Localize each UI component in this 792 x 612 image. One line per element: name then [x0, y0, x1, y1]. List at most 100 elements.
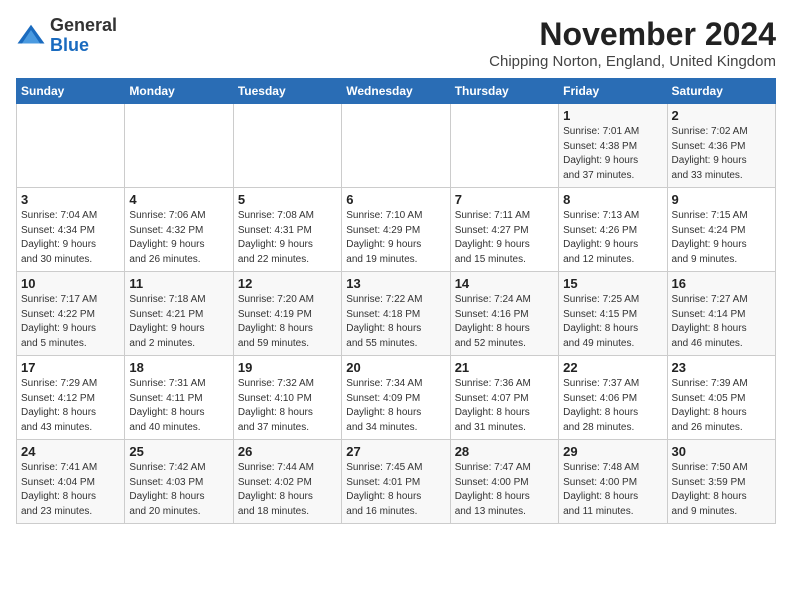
day-number: 1 [563, 108, 662, 123]
day-number: 20 [346, 360, 445, 375]
day-info: Sunrise: 7:36 AM Sunset: 4:07 PM Dayligh… [455, 377, 554, 435]
calendar-cell: 1Sunrise: 7:01 AM Sunset: 4:38 PM Daylig… [559, 104, 667, 188]
calendar-cell: 26 Sunrise: 7:44 AM Sunset: 4:02 PM Dayli… [233, 440, 341, 524]
day-info: Sunrise: 7:34 AM Sunset: 4:09 PM Dayligh… [346, 377, 445, 435]
calendar-week-row: 3 Sunrise: 7:04 AM Sunset: 4:34 PM Daylig… [17, 188, 776, 272]
day-number: 28 [455, 444, 554, 459]
calendar-cell: 7 Sunrise: 7:11 AM Sunset: 4:27 PM Daylig… [450, 188, 558, 272]
day-number: 10 [21, 276, 120, 291]
logo-blue-text: Blue [50, 35, 89, 55]
calendar-cell: 15Sunrise: 7:25 AM Sunset: 4:15 PM Dayli… [559, 272, 667, 356]
calendar-table: SundayMondayTuesdayWednesdayThursdayFrid… [16, 78, 776, 524]
weekday-header: Wednesday [342, 79, 450, 104]
day-number: 27 [346, 444, 445, 459]
calendar-cell: 13 Sunrise: 7:22 AM Sunset: 4:18 PM Dayli… [342, 272, 450, 356]
day-info: Sunrise: 7:02 AM Sunset: 4:36 PM Dayligh… [672, 125, 771, 183]
calendar-cell: 2 Sunrise: 7:02 AM Sunset: 4:36 PM Daylig… [667, 104, 775, 188]
day-info: Sunrise: 7:22 AM Sunset: 4:18 PM Dayligh… [346, 293, 445, 351]
weekday-header: Sunday [17, 79, 125, 104]
day-info: Sunrise: 7:48 AM Sunset: 4:00 PM Dayligh… [563, 461, 662, 519]
day-number: 17 [21, 360, 120, 375]
logo-icon [16, 21, 46, 51]
calendar-cell: 4Sunrise: 7:06 AM Sunset: 4:32 PM Daylig… [125, 188, 233, 272]
calendar-cell: 22 Sunrise: 7:37 AM Sunset: 4:06 PM Dayli… [559, 356, 667, 440]
day-info: Sunrise: 7:27 AM Sunset: 4:14 PM Dayligh… [672, 293, 771, 351]
calendar-week-row: 10 Sunrise: 7:17 AM Sunset: 4:22 PM Dayli… [17, 272, 776, 356]
day-number: 22 [563, 360, 662, 375]
calendar-cell [17, 104, 125, 188]
calendar-cell: 19Sunrise: 7:32 AM Sunset: 4:10 PM Dayli… [233, 356, 341, 440]
calendar-week-row: 17 Sunrise: 7:29 AM Sunset: 4:12 PM Dayli… [17, 356, 776, 440]
weekday-header: Thursday [450, 79, 558, 104]
logo: General Blue [16, 16, 117, 56]
calendar-cell: 27 Sunrise: 7:45 AM Sunset: 4:01 PM Dayli… [342, 440, 450, 524]
day-info: Sunrise: 7:04 AM Sunset: 4:34 PM Dayligh… [21, 209, 120, 267]
day-info: Sunrise: 7:45 AM Sunset: 4:01 PM Dayligh… [346, 461, 445, 519]
title-block: November 2024 Chipping Norton, England, … [489, 16, 776, 70]
day-number: 21 [455, 360, 554, 375]
day-number: 29 [563, 444, 662, 459]
day-number: 26 [238, 444, 337, 459]
calendar-cell: 6Sunrise: 7:10 AM Sunset: 4:29 PM Daylig… [342, 188, 450, 272]
day-info: Sunrise: 7:08 AM Sunset: 4:31 PM Dayligh… [238, 209, 337, 267]
calendar-cell [450, 104, 558, 188]
day-info: Sunrise: 7:32 AM Sunset: 4:10 PM Dayligh… [238, 377, 337, 435]
day-info: Sunrise: 7:41 AM Sunset: 4:04 PM Dayligh… [21, 461, 120, 519]
day-number: 12 [238, 276, 337, 291]
day-number: 7 [455, 192, 554, 207]
calendar-cell: 14 Sunrise: 7:24 AM Sunset: 4:16 PM Dayli… [450, 272, 558, 356]
calendar-header-row: SundayMondayTuesdayWednesdayThursdayFrid… [17, 79, 776, 104]
calendar-cell: 9 Sunrise: 7:15 AM Sunset: 4:24 PM Daylig… [667, 188, 775, 272]
calendar-cell: 3 Sunrise: 7:04 AM Sunset: 4:34 PM Daylig… [17, 188, 125, 272]
day-number: 13 [346, 276, 445, 291]
calendar-cell: 5Sunrise: 7:08 AM Sunset: 4:31 PM Daylig… [233, 188, 341, 272]
page-header: General Blue November 2024 Chipping Nort… [16, 16, 776, 70]
day-number: 18 [129, 360, 228, 375]
calendar-cell: 10 Sunrise: 7:17 AM Sunset: 4:22 PM Dayli… [17, 272, 125, 356]
calendar-cell: 11 Sunrise: 7:18 AM Sunset: 4:21 PM Dayli… [125, 272, 233, 356]
day-number: 25 [129, 444, 228, 459]
calendar-cell: 25 Sunrise: 7:42 AM Sunset: 4:03 PM Dayli… [125, 440, 233, 524]
day-info: Sunrise: 7:15 AM Sunset: 4:24 PM Dayligh… [672, 209, 771, 267]
logo-general-text: General [50, 15, 117, 35]
day-number: 24 [21, 444, 120, 459]
day-info: Sunrise: 7:42 AM Sunset: 4:03 PM Dayligh… [129, 461, 228, 519]
calendar-cell [342, 104, 450, 188]
calendar-cell: 23 Sunrise: 7:39 AM Sunset: 4:05 PM Dayli… [667, 356, 775, 440]
weekday-header: Friday [559, 79, 667, 104]
day-info: Sunrise: 7:29 AM Sunset: 4:12 PM Dayligh… [21, 377, 120, 435]
calendar-cell [233, 104, 341, 188]
day-number: 3 [21, 192, 120, 207]
day-number: 16 [672, 276, 771, 291]
calendar-week-row: 24 Sunrise: 7:41 AM Sunset: 4:04 PM Dayli… [17, 440, 776, 524]
weekday-header: Monday [125, 79, 233, 104]
calendar-cell: 18 Sunrise: 7:31 AM Sunset: 4:11 PM Dayli… [125, 356, 233, 440]
calendar-cell: 8Sunrise: 7:13 AM Sunset: 4:26 PM Daylig… [559, 188, 667, 272]
day-number: 2 [672, 108, 771, 123]
day-info: Sunrise: 7:11 AM Sunset: 4:27 PM Dayligh… [455, 209, 554, 267]
day-number: 23 [672, 360, 771, 375]
day-number: 9 [672, 192, 771, 207]
calendar-cell: 29 Sunrise: 7:48 AM Sunset: 4:00 PM Dayli… [559, 440, 667, 524]
day-number: 15 [563, 276, 662, 291]
calendar-cell: 16 Sunrise: 7:27 AM Sunset: 4:14 PM Dayli… [667, 272, 775, 356]
day-info: Sunrise: 7:17 AM Sunset: 4:22 PM Dayligh… [21, 293, 120, 351]
day-info: Sunrise: 7:50 AM Sunset: 3:59 PM Dayligh… [672, 461, 771, 519]
day-info: Sunrise: 7:24 AM Sunset: 4:16 PM Dayligh… [455, 293, 554, 351]
day-info: Sunrise: 7:39 AM Sunset: 4:05 PM Dayligh… [672, 377, 771, 435]
day-info: Sunrise: 7:44 AM Sunset: 4:02 PM Dayligh… [238, 461, 337, 519]
day-info: Sunrise: 7:20 AM Sunset: 4:19 PM Dayligh… [238, 293, 337, 351]
day-info: Sunrise: 7:06 AM Sunset: 4:32 PM Dayligh… [129, 209, 228, 267]
day-info: Sunrise: 7:31 AM Sunset: 4:11 PM Dayligh… [129, 377, 228, 435]
month-title: November 2024 [489, 16, 776, 53]
calendar-cell: 28Sunrise: 7:47 AM Sunset: 4:00 PM Dayli… [450, 440, 558, 524]
day-info: Sunrise: 7:37 AM Sunset: 4:06 PM Dayligh… [563, 377, 662, 435]
calendar-cell: 24 Sunrise: 7:41 AM Sunset: 4:04 PM Dayli… [17, 440, 125, 524]
day-info: Sunrise: 7:10 AM Sunset: 4:29 PM Dayligh… [346, 209, 445, 267]
weekday-header: Saturday [667, 79, 775, 104]
day-number: 30 [672, 444, 771, 459]
calendar-cell: 21 Sunrise: 7:36 AM Sunset: 4:07 PM Dayli… [450, 356, 558, 440]
day-info: Sunrise: 7:18 AM Sunset: 4:21 PM Dayligh… [129, 293, 228, 351]
day-number: 11 [129, 276, 228, 291]
day-number: 14 [455, 276, 554, 291]
